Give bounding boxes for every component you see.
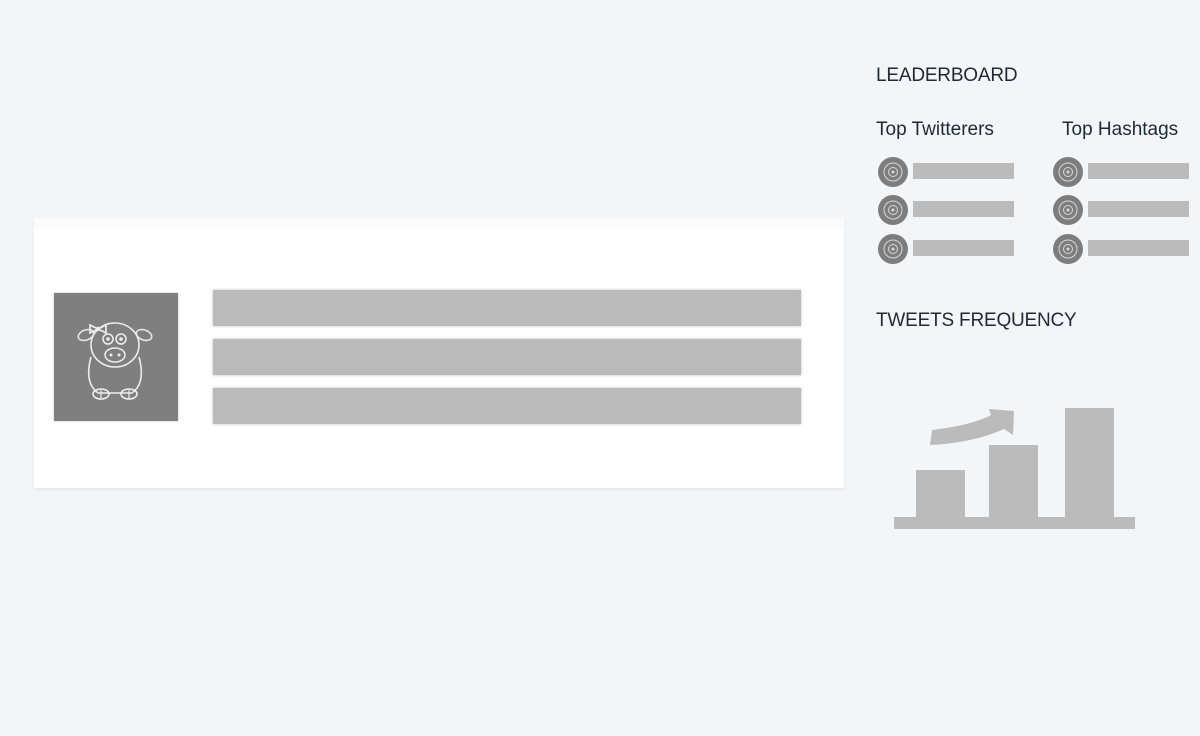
hashtag-placeholder-bar: [1088, 201, 1189, 217]
cow-avatar-icon: [77, 322, 153, 400]
hashtag-avatar-icon: [1053, 234, 1083, 264]
hashtag-avatar-icon: [1053, 195, 1083, 225]
twitterer-placeholder-bar: [913, 201, 1014, 217]
twitterer-placeholder-bar: [913, 240, 1014, 256]
tweets-frequency-title: TWEETS FREQUENCY: [876, 310, 1077, 331]
user-avatar-icon: [878, 234, 908, 264]
card-top-edge: [34, 218, 844, 228]
top-hashtags-title: Top Hashtags: [1062, 119, 1179, 140]
tweet-card: [34, 218, 844, 488]
tweet-placeholder-line: [213, 388, 801, 424]
hashtag-placeholder-bar: [1088, 163, 1189, 179]
twitterer-placeholder-bar: [913, 163, 1014, 179]
user-avatar-icon: [878, 157, 908, 187]
tweet-placeholder-line: [213, 290, 801, 326]
tweet-avatar: [54, 293, 178, 421]
leaderboard-title: LEADERBOARD: [876, 65, 1018, 86]
user-avatar-icon: [878, 195, 908, 225]
bar-chart-trend-icon: [894, 408, 1135, 529]
hashtag-avatar-icon: [1053, 157, 1083, 187]
hashtag-placeholder-bar: [1088, 240, 1189, 256]
tweet-placeholder-line: [213, 339, 801, 375]
top-twitterers-title: Top Twitterers: [876, 119, 994, 140]
